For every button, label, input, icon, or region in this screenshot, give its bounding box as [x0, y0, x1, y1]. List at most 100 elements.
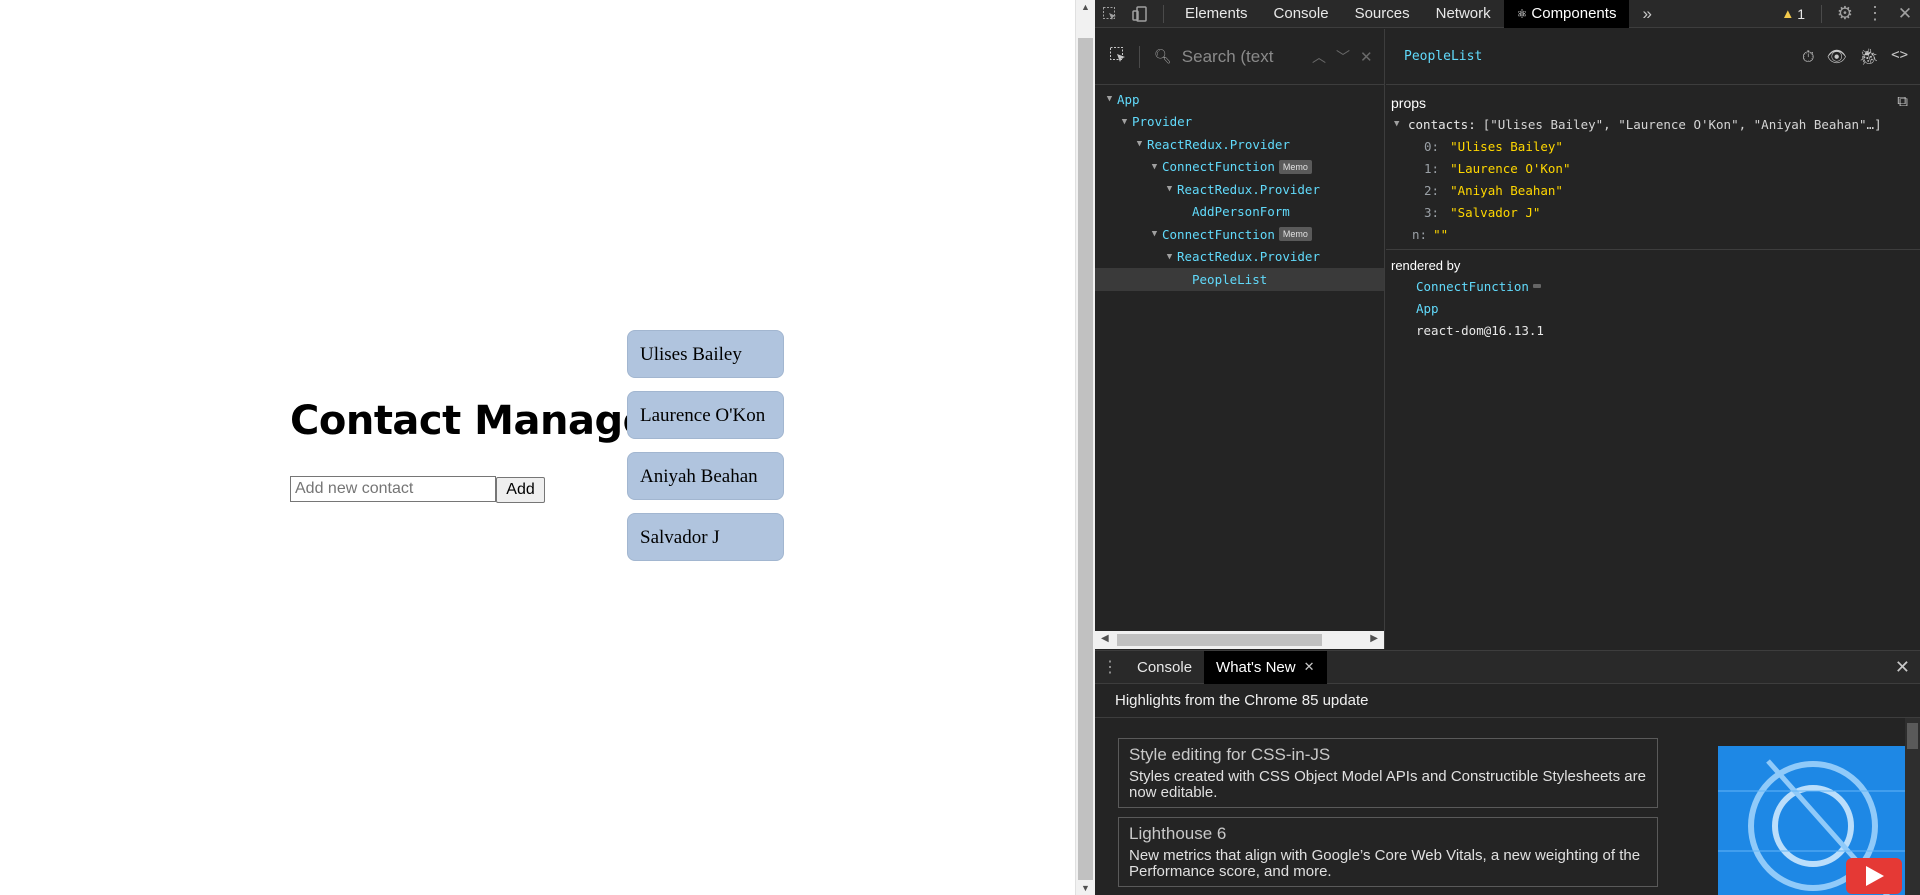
array-item[interactable]: 2: "Aniyah Beahan"	[1386, 179, 1920, 201]
tree-row[interactable]: ▼ ConnectFunction Memo	[1095, 156, 1384, 179]
array-item[interactable]: 3: "Salvador J"	[1386, 201, 1920, 223]
new-prop-row[interactable]: n: ""	[1386, 223, 1920, 245]
feature-title: Lighthouse 6	[1129, 824, 1227, 843]
tab-components-label: Components	[1531, 5, 1617, 22]
devtools-panel: Elements Console Sources Network ⚛ Compo…	[1095, 0, 1920, 895]
expand-caret-icon[interactable]: ▼	[1147, 162, 1162, 172]
add-button[interactable]: Add	[496, 477, 545, 503]
component-name: App	[1117, 91, 1140, 107]
highlights-heading: Highlights from the Chrome 85 update	[1095, 684, 1920, 718]
react-icon: ⚛	[1516, 6, 1528, 21]
string-value[interactable]: "Salvador J"	[1450, 205, 1540, 220]
drawer-tab-console[interactable]: Console	[1125, 651, 1204, 684]
drawer-tabs: ⋮ Console What's New ✕ ✕	[1095, 650, 1920, 684]
toolbar-divider	[1163, 4, 1164, 23]
props-list: ▼ contacts: ["Ulises Bailey", "Laurence …	[1386, 111, 1920, 245]
tab-sources[interactable]: Sources	[1342, 0, 1423, 28]
component-name: ReactRedux.Provider	[1177, 249, 1320, 265]
scrollbar-thumb[interactable]	[1078, 38, 1093, 880]
scroll-right-icon[interactable]: ▶	[1370, 633, 1378, 644]
expand-caret-icon[interactable]: ▼	[1147, 229, 1162, 239]
tree-row-selected[interactable]: PeopleList	[1095, 268, 1384, 291]
memo-badge: Memo	[1278, 159, 1312, 174]
array-index: 2:	[1424, 182, 1440, 198]
clear-search-icon[interactable]: ✕	[1360, 48, 1373, 66]
rendered-by-item[interactable]: ConnectFunction	[1386, 275, 1920, 297]
expand-caret-icon[interactable]: ▼	[1394, 119, 1408, 129]
scroll-up-icon[interactable]: ▲	[1076, 2, 1095, 12]
previous-result-icon[interactable]: ︿	[1312, 47, 1326, 67]
tree-row[interactable]: ▼ Provider	[1095, 111, 1384, 134]
component-search-input[interactable]	[1181, 46, 1287, 67]
app-page: Contact Manager Add Ulises Bailey Lauren…	[0, 0, 1075, 895]
component-name: ConnectFunction	[1162, 159, 1275, 175]
view-source-icon[interactable]: <>	[1891, 47, 1908, 67]
scrollbar-thumb[interactable]	[1907, 723, 1918, 749]
array-index: 1:	[1424, 160, 1440, 176]
next-result-icon[interactable]: ﹀	[1336, 47, 1350, 67]
stopwatch-icon[interactable]: ⏱	[1802, 47, 1814, 67]
expand-caret-icon[interactable]: ▼	[1162, 252, 1177, 262]
add-contact-input[interactable]	[290, 476, 496, 502]
close-devtools-icon[interactable]: ✕	[1890, 0, 1920, 28]
tab-elements[interactable]: Elements	[1172, 0, 1261, 28]
tab-network[interactable]: Network	[1423, 0, 1504, 28]
rendered-by-item[interactable]: App	[1386, 297, 1920, 319]
warnings-counter[interactable]: ▲ 1	[1781, 6, 1813, 22]
drawer-vertical-scrollbar[interactable]	[1905, 718, 1920, 895]
expand-caret-icon[interactable]: ▼	[1102, 94, 1117, 104]
header-divider	[1139, 45, 1140, 68]
tree-row[interactable]: AddPersonForm	[1095, 201, 1384, 224]
more-tabs-button[interactable]: »	[1629, 0, 1664, 28]
tree-horizontal-scrollbar[interactable]: ◀ ▶	[1095, 631, 1384, 649]
component-tree-panel: 🔍︎ ︿ ﹀ ✕ ▼App ▼Provider ▼ReactRedux.Prov…	[1095, 29, 1385, 649]
tree-row[interactable]: ▼ App	[1095, 88, 1384, 111]
eye-icon[interactable]: 👁︎	[1827, 47, 1847, 67]
scroll-down-icon[interactable]: ▼	[1076, 883, 1095, 893]
close-drawer-icon[interactable]: ✕	[1895, 657, 1910, 678]
expand-caret-icon[interactable]: ▼	[1162, 184, 1177, 194]
tree-row[interactable]: ▼ ReactRedux.Provider	[1095, 133, 1384, 156]
tree-row[interactable]: ▼ ReactRedux.Provider	[1095, 246, 1384, 269]
drawer-menu-icon[interactable]: ⋮	[1095, 657, 1125, 677]
rendered-by-name: ConnectFunction	[1416, 278, 1529, 294]
more-options-icon[interactable]: ⋮	[1860, 0, 1890, 28]
tab-console[interactable]: Console	[1261, 0, 1342, 28]
scrollbar-thumb[interactable]	[1117, 634, 1322, 646]
new-prop-value[interactable]: ""	[1433, 227, 1448, 242]
string-value[interactable]: "Aniyah Beahan"	[1450, 183, 1563, 198]
video-thumbnail[interactable]	[1718, 746, 1908, 895]
device-toolbar-icon[interactable]	[1125, 0, 1155, 28]
feature-title: Style editing for CSS-in-JS	[1129, 745, 1331, 764]
devtools-toolbar: Elements Console Sources Network ⚛ Compo…	[1095, 0, 1920, 28]
page-scrollbar[interactable]: ▲ ▼	[1075, 0, 1095, 895]
feature-card[interactable]: Lighthouse 6 New metrics that align with…	[1118, 817, 1658, 887]
expand-caret-icon[interactable]: ▼	[1132, 139, 1147, 149]
string-value[interactable]: "Laurence O'Kon"	[1450, 161, 1570, 176]
tree-row[interactable]: ▼ ReactRedux.Provider	[1095, 178, 1384, 201]
component-search[interactable]: 🔍︎	[1154, 46, 1294, 67]
component-name: ReactRedux.Provider	[1177, 181, 1320, 197]
inspect-element-icon[interactable]	[1095, 0, 1125, 28]
tree-row[interactable]: ▼ ConnectFunction Memo	[1095, 223, 1384, 246]
tree-header: 🔍︎ ︿ ﹀ ✕	[1095, 29, 1384, 85]
contact-card: Laurence O'Kon	[627, 391, 784, 439]
contact-card: Salvador J	[627, 513, 784, 561]
new-prop-key[interactable]: n:	[1412, 227, 1427, 242]
array-item[interactable]: 0: "Ulises Bailey"	[1386, 135, 1920, 157]
array-item[interactable]: 1: "Laurence O'Kon"	[1386, 157, 1920, 179]
select-component-icon[interactable]	[1109, 46, 1127, 67]
tab-components[interactable]: ⚛ Components	[1503, 0, 1630, 28]
contact-card: Ulises Bailey	[627, 330, 784, 378]
feature-card[interactable]: Style editing for CSS-in-JS Styles creat…	[1118, 738, 1658, 808]
settings-gear-icon[interactable]: ⚙	[1830, 0, 1860, 28]
prop-contacts[interactable]: ▼ contacts: ["Ulises Bailey", "Laurence …	[1386, 113, 1920, 135]
close-tab-icon[interactable]: ✕	[1304, 659, 1315, 675]
copy-icon[interactable]: ⧉	[1897, 93, 1908, 110]
expand-caret-icon[interactable]: ▼	[1117, 117, 1132, 127]
contact-card: Aniyah Beahan	[627, 452, 784, 500]
scroll-left-icon[interactable]: ◀	[1101, 633, 1109, 644]
bug-icon[interactable]: 🐞︎	[1859, 47, 1879, 67]
string-value[interactable]: "Ulises Bailey"	[1450, 139, 1563, 154]
drawer-tab-whats-new[interactable]: What's New ✕	[1204, 650, 1327, 684]
